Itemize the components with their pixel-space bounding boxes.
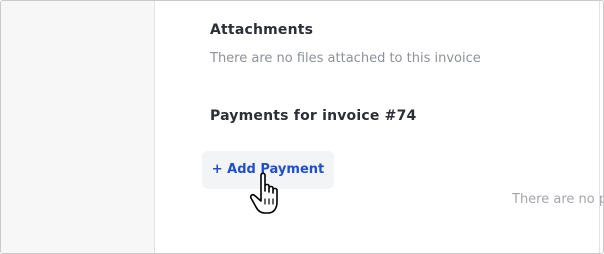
payments-heading: Payments for invoice #74 [210, 108, 417, 124]
payments-empty-message: There are no p [512, 192, 604, 207]
attachments-empty-message: There are no files attached to this invo… [210, 51, 481, 66]
right-divider [599, 1, 600, 253]
left-sidebar-panel [1, 1, 155, 253]
invoice-detail-window: Attachments There are no files attached … [0, 0, 604, 254]
attachments-heading: Attachments [210, 22, 314, 38]
hand-pointer-icon [249, 172, 278, 214]
